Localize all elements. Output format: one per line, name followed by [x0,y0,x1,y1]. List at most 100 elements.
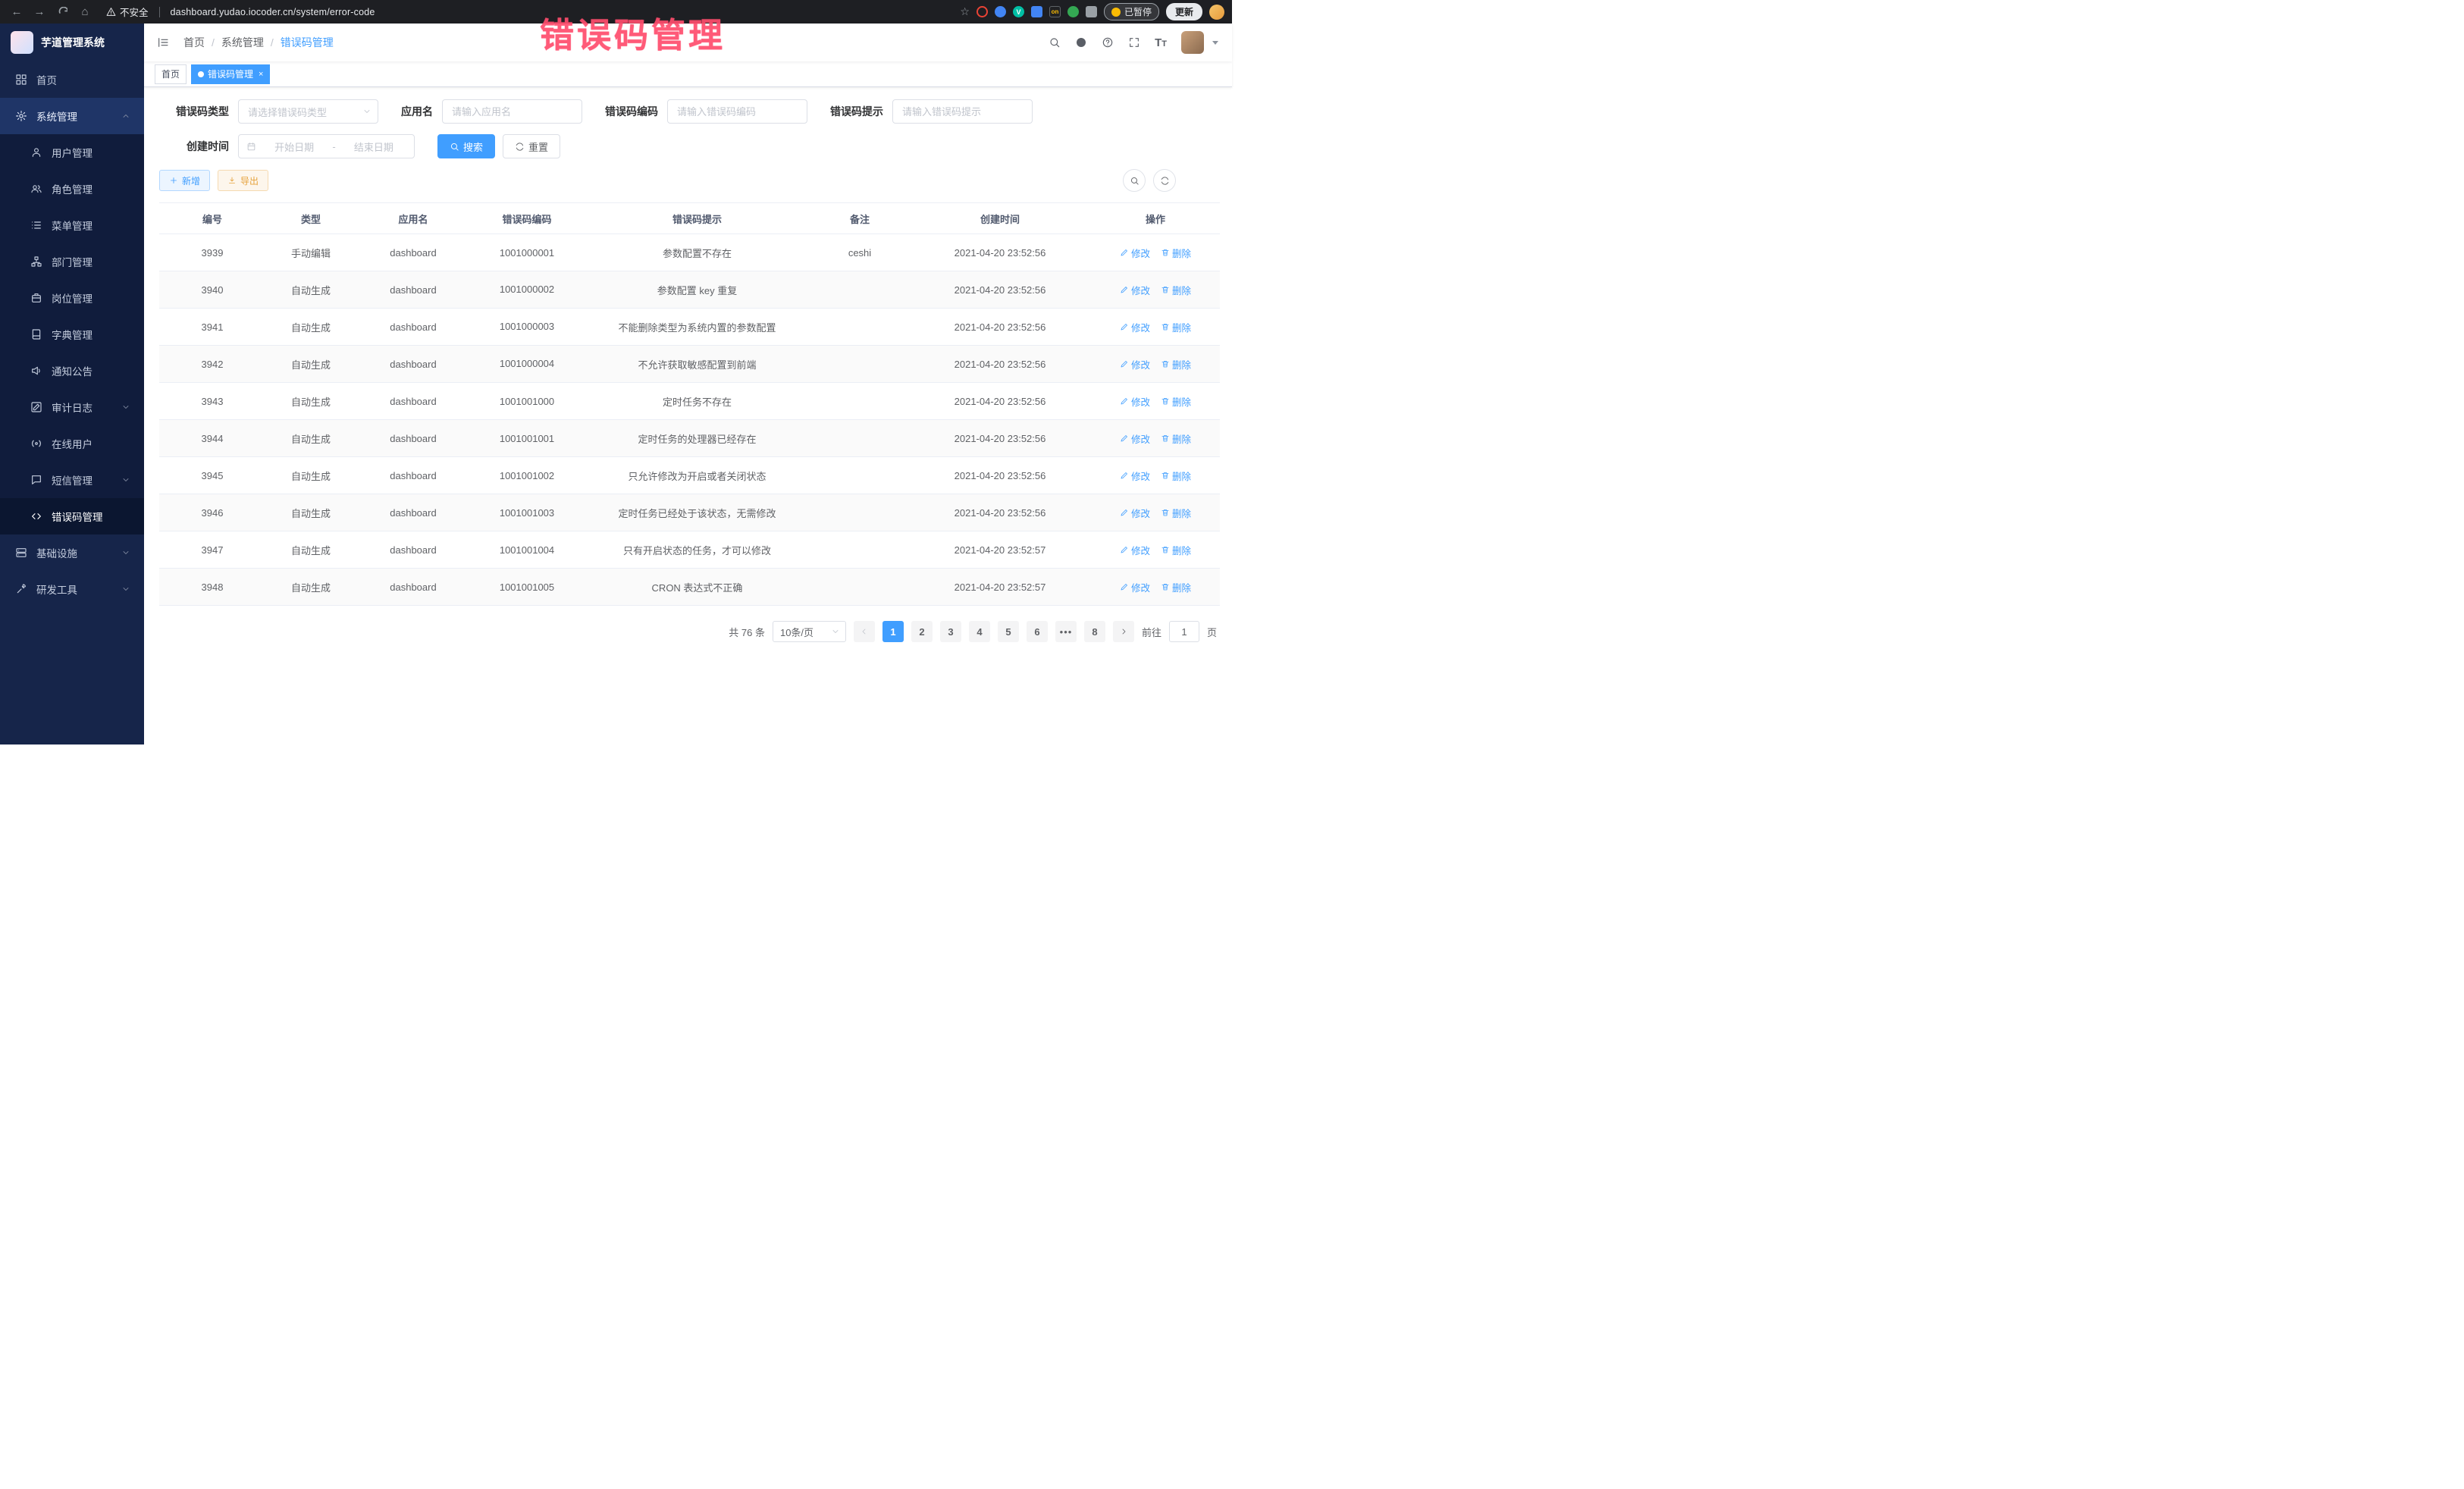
tab-error-code[interactable]: 错误码管理 × [191,64,270,84]
page-button[interactable]: 1 [882,621,904,642]
sidebar-item-departments[interactable]: 部门管理 [0,243,144,280]
table-row: 3948 自动生成 dashboard 1001001005 CRON 表达式不… [159,569,1220,606]
delete-link[interactable]: 删除 [1161,431,1191,446]
refresh-table-button[interactable] [1153,169,1176,192]
page-button[interactable]: 2 [911,621,933,642]
page-button[interactable]: 5 [998,621,1019,642]
edit-link[interactable]: 修改 [1120,357,1150,371]
extension-icon-green[interactable] [1067,6,1079,17]
next-page-button[interactable] [1113,621,1134,642]
page-button[interactable]: 8 [1084,621,1105,642]
search-icon[interactable] [1049,36,1061,49]
browser-update-button[interactable]: 更新 [1166,3,1202,20]
delete-link[interactable]: 删除 [1161,320,1191,334]
sidebar-item-dev-tools[interactable]: 研发工具 [0,571,144,607]
sidebar-item-home[interactable]: 首页 [0,61,144,98]
bookmark-star-icon[interactable]: ☆ [960,5,970,18]
tab-home[interactable]: 首页 [155,64,187,84]
hamburger-icon[interactable] [155,34,171,51]
edit-link[interactable]: 修改 [1120,506,1150,520]
warning-icon [106,7,116,17]
font-size-icon[interactable]: TT [1155,36,1167,49]
github-icon[interactable] [1075,36,1087,49]
home-icon[interactable]: ⌂ [76,3,94,21]
divider [159,7,160,17]
sidebar-item-announcements[interactable]: 通知公告 [0,353,144,389]
sidebar-item-users[interactable]: 用户管理 [0,134,144,171]
export-button[interactable]: 导出 [218,170,268,191]
reset-button[interactable]: 重置 [503,134,560,158]
delete-link[interactable]: 删除 [1161,469,1191,483]
add-button[interactable]: 新增 [159,170,210,191]
edit-link[interactable]: 修改 [1120,469,1150,483]
sidebar-item-system[interactable]: 系统管理 [0,98,144,134]
prev-page-button[interactable] [854,621,875,642]
sidebar-item-audit-log[interactable]: 审计日志 [0,389,144,425]
active-tab-dot [198,71,204,77]
edit-link[interactable]: 修改 [1120,543,1150,557]
error-code-input[interactable] [667,99,807,124]
sidebar-item-positions[interactable]: 岗位管理 [0,280,144,316]
error-type-select[interactable]: 请选择错误码类型 [238,99,378,124]
extension-icon-on[interactable]: on [1049,6,1061,17]
page-button[interactable]: 4 [969,621,990,642]
extension-icon-red[interactable] [977,6,988,17]
sidebar-item-error-code[interactable]: 错误码管理 [0,498,144,534]
user-avatar[interactable] [1181,31,1204,54]
breadcrumb-current: 错误码管理 [281,35,334,50]
help-icon[interactable] [1102,36,1114,49]
back-icon[interactable]: ← [8,3,26,21]
menu-list-icon [30,219,42,231]
sidebar-item-infrastructure[interactable]: 基础设施 [0,534,144,571]
wrench-icon [15,583,27,595]
extensions-puzzle-icon[interactable] [1086,6,1097,17]
more-pages-button[interactable]: ••• [1055,621,1077,642]
breadcrumb-system[interactable]: 系统管理 [221,35,264,50]
date-range-picker[interactable]: 开始日期 - 结束日期 [238,134,415,158]
delete-link[interactable]: 删除 [1161,283,1191,297]
show-search-toggle-button[interactable] [1123,169,1146,192]
url-text[interactable]: dashboard.yudao.iocoder.cn/system/error-… [171,7,375,17]
fullscreen-icon[interactable] [1128,36,1140,49]
delete-link[interactable]: 删除 [1161,357,1191,371]
reload-icon[interactable] [53,3,71,21]
edit-link[interactable]: 修改 [1120,246,1150,260]
sidebar-item-online-users[interactable]: 在线用户 [0,425,144,462]
paused-badge[interactable]: 已暂停 [1104,3,1159,20]
pencil-icon [1120,397,1129,406]
search-button[interactable]: 搜索 [437,134,495,158]
extension-icon-blue[interactable] [995,6,1006,17]
breadcrumb-home[interactable]: 首页 [183,35,205,50]
delete-link[interactable]: 删除 [1161,246,1191,260]
extension-icon-grid[interactable] [1031,6,1042,17]
table-row: 3940 自动生成 dashboard 1001000002 参数配置 key … [159,271,1220,309]
sidebar-item-menus[interactable]: 菜单管理 [0,207,144,243]
top-navbar: 首页 / 系统管理 / 错误码管理 TT [144,24,1232,61]
page-button[interactable]: 6 [1027,621,1048,642]
app-name-input[interactable] [442,99,582,124]
sidebar-item-dictionary[interactable]: 字典管理 [0,316,144,353]
sidebar-item-roles[interactable]: 角色管理 [0,171,144,207]
goto-page-input[interactable] [1169,621,1199,642]
app-logo[interactable]: 芋道管理系统 [0,24,144,61]
delete-link[interactable]: 删除 [1161,580,1191,594]
extension-icon-teal[interactable]: V [1013,6,1024,17]
edit-link[interactable]: 修改 [1120,283,1150,297]
delete-link[interactable]: 删除 [1161,394,1191,409]
edit-link[interactable]: 修改 [1120,580,1150,594]
site-security-chip[interactable]: 不安全 [106,5,149,19]
error-hint-input[interactable] [892,99,1033,124]
close-tab-icon[interactable]: × [259,70,263,79]
edit-link[interactable]: 修改 [1120,394,1150,409]
sidebar-item-sms[interactable]: 短信管理 [0,462,144,498]
page-size-select[interactable]: 10条/页 [773,621,846,642]
browser-avatar[interactable] [1209,5,1224,20]
avatar-caret-icon[interactable] [1212,41,1218,45]
edit-link[interactable]: 修改 [1120,431,1150,446]
page-button[interactable]: 3 [940,621,961,642]
edit-link[interactable]: 修改 [1120,320,1150,334]
delete-link[interactable]: 删除 [1161,506,1191,520]
table-row: 3941 自动生成 dashboard 1001000003 不能删除类型为系统… [159,309,1220,346]
delete-link[interactable]: 删除 [1161,543,1191,557]
forward-icon[interactable]: → [30,3,49,21]
